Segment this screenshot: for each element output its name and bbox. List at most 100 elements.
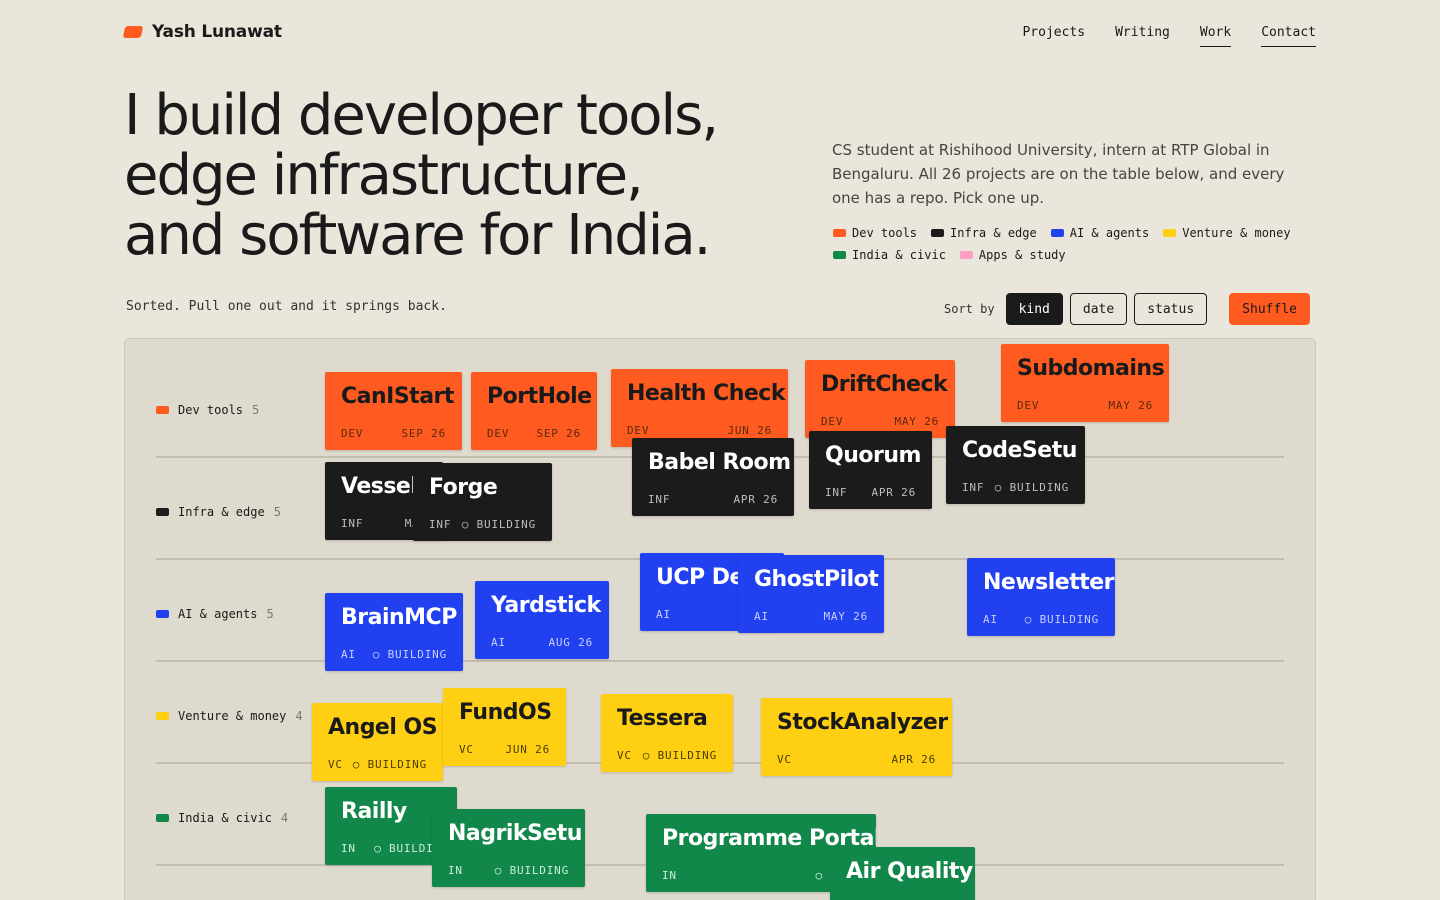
nav-projects[interactable]: Projects [1022, 25, 1085, 47]
card-kind: VC [777, 753, 792, 766]
legend-swatch [959, 251, 973, 259]
project-card[interactable]: Tessera VC ○ BUILDING [601, 694, 733, 772]
card-kind: DEV [627, 424, 650, 437]
card-kind: INF [429, 518, 452, 531]
card-status: JUN 26 [505, 743, 550, 756]
project-card[interactable]: Forge INF ○ BUILDING [413, 463, 552, 541]
card-kind: INF [341, 517, 364, 530]
card-title: Quorum [825, 443, 921, 468]
card-status: MAY 26 [894, 415, 939, 428]
card-status: ○ BUILDING [352, 758, 427, 771]
project-card[interactable]: CanIStart DEV SEP 26 [325, 372, 462, 450]
project-card[interactable]: Air QualityIN [830, 847, 975, 900]
project-card[interactable]: Babel Room INF APR 26 [632, 438, 794, 516]
card-meta: VC JUN 26 [459, 743, 550, 756]
legend-item-ai: AI & agents [1050, 226, 1149, 240]
card-meta: AI ○ BUILDING [983, 613, 1099, 626]
card-meta: DEV JUN 26 [627, 424, 772, 437]
sort-caption: Sorted. Pull one out and it springs back… [126, 299, 447, 314]
project-card[interactable]: Newsletter AI ○ BUILDING [967, 558, 1115, 636]
card-meta: DEV SEP 26 [341, 427, 446, 440]
project-card[interactable]: NagrikSetu IN ○ BUILDING [432, 809, 585, 887]
legend-label: Infra & edge [950, 226, 1037, 240]
row-count: 4 [280, 811, 289, 825]
row-name: Infra & edge [178, 505, 265, 519]
card-meta: AI MAY 26 [754, 610, 868, 623]
project-card[interactable]: GhostPilot AI MAY 26 [738, 555, 884, 633]
legend-swatch [1050, 229, 1064, 237]
sort-controls: Sort by kind date status Shuffle [944, 293, 1310, 325]
project-card[interactable]: Health Check DEV JUN 26 [611, 369, 788, 447]
card-title: NagrikSetu [448, 821, 582, 846]
project-card[interactable]: StockAnalyzer VC APR 26 [761, 698, 952, 776]
project-card[interactable]: FundOS VC JUN 26 [443, 688, 566, 766]
project-card[interactable]: Yardstick AI AUG 26 [475, 581, 609, 659]
card-title: BrainMCP [341, 605, 457, 630]
card-title: CodeSetu [962, 438, 1077, 463]
card-kind: INF [825, 486, 848, 499]
card-kind: AI [983, 613, 998, 626]
project-card[interactable]: Subdomains DEV MAY 26 [1001, 344, 1169, 422]
sort-kind-button[interactable]: kind [1005, 293, 1063, 325]
card-meta: INF APR 26 [648, 493, 778, 506]
card-status: MAY 26 [823, 610, 868, 623]
card-status: ○ BUILDING [372, 648, 447, 661]
hero-title: I build developer tools, edge infrastruc… [124, 86, 804, 266]
row-label-india: India & civic 4 [156, 811, 288, 825]
card-title: Tessera [617, 706, 708, 731]
row-label-ai: AI & agents 5 [156, 607, 274, 621]
row-name: India & civic [178, 811, 272, 825]
project-card[interactable]: PortHole DEV SEP 26 [471, 372, 597, 450]
sort-status-button[interactable]: status [1134, 293, 1208, 325]
row-name: Dev tools [178, 403, 244, 417]
shuffle-button[interactable]: Shuffle [1229, 293, 1310, 325]
legend-item-india: India & civic [833, 248, 946, 262]
card-status: SEP 26 [536, 427, 581, 440]
nav-contact[interactable]: Contact [1261, 25, 1316, 47]
card-kind: INF [648, 493, 671, 506]
card-status: APR 26 [891, 753, 936, 766]
card-meta: AI AUG 26 [491, 636, 593, 649]
card-status: ○ BUILDIN [374, 842, 441, 855]
card-title: CanIStart [341, 384, 454, 409]
project-card[interactable]: Quorum INF APR 26 [809, 431, 932, 509]
legend-swatch [1163, 229, 1177, 237]
legend-item-apps: Apps & study [959, 248, 1066, 262]
card-meta: INF APR 26 [825, 486, 916, 499]
card-meta: IN ○ BUILDING [448, 864, 569, 877]
card-meta: DEV MAY 26 [821, 415, 939, 428]
row-swatch [156, 508, 169, 516]
card-status: APR 26 [733, 493, 778, 506]
card-title: GhostPilot [754, 567, 879, 592]
card-meta: VC APR 26 [777, 753, 936, 766]
logo[interactable]: Yash Lunawat [122, 22, 282, 42]
card-status: MAY 26 [1108, 399, 1153, 412]
card-title: DriftCheck [821, 372, 948, 397]
hero-line: I build developer tools, [124, 83, 719, 148]
project-card[interactable]: DriftCheck DEV MAY 26 [805, 360, 955, 438]
card-kind: AI [754, 610, 769, 623]
legend-label: Venture & money [1182, 226, 1291, 240]
project-card[interactable]: BrainMCP AI ○ BUILDING [325, 593, 463, 671]
legend-swatch [833, 229, 846, 237]
brand-name: Yash Lunawat [152, 22, 282, 42]
legend-label: Dev tools [852, 226, 918, 240]
row-label-infra: Infra & edge 5 [156, 505, 281, 519]
sort-date-button[interactable]: date [1069, 293, 1128, 325]
project-card[interactable]: Angel OS VC ○ BUILDING [312, 703, 443, 781]
row-name: AI & agents [178, 607, 258, 621]
legend-item-infra: Infra & edge [931, 226, 1037, 240]
row-count: 5 [273, 505, 281, 519]
legend-label: Apps & study [978, 248, 1066, 262]
card-status: ○ BUILDING [994, 481, 1069, 494]
card-title: Yardstick [491, 593, 601, 618]
card-title: Railly [341, 799, 407, 824]
nav-writing[interactable]: Writing [1115, 25, 1170, 47]
hero-line: edge infrastructure, [124, 143, 644, 208]
card-kind: DEV [341, 427, 364, 440]
nav-work[interactable]: Work [1199, 25, 1232, 47]
legend-swatch [833, 251, 846, 259]
card-kind: DEV [821, 415, 844, 428]
card-title: Angel OS [328, 715, 438, 740]
project-card[interactable]: CodeSetu INF ○ BUILDING [946, 426, 1085, 504]
